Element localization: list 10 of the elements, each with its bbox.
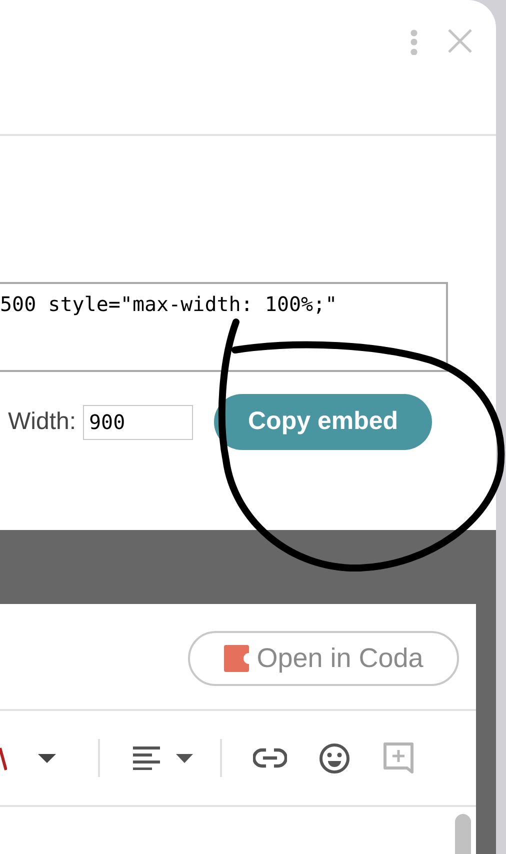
scrollbar-thumb[interactable] bbox=[455, 814, 471, 854]
width-field[interactable]: 900 bbox=[83, 404, 194, 440]
link-icon[interactable] bbox=[253, 748, 287, 768]
align-left-icon[interactable] bbox=[133, 746, 160, 770]
logo-icon bbox=[224, 645, 249, 672]
width-label: Width: bbox=[8, 407, 76, 437]
caret-icon[interactable] bbox=[176, 754, 193, 762]
smiley-icon[interactable] bbox=[319, 742, 350, 774]
caret-icon[interactable] bbox=[38, 754, 56, 762]
embed-code-field[interactable]: 500 style="max-width: 100%;" bbox=[0, 282, 448, 372]
